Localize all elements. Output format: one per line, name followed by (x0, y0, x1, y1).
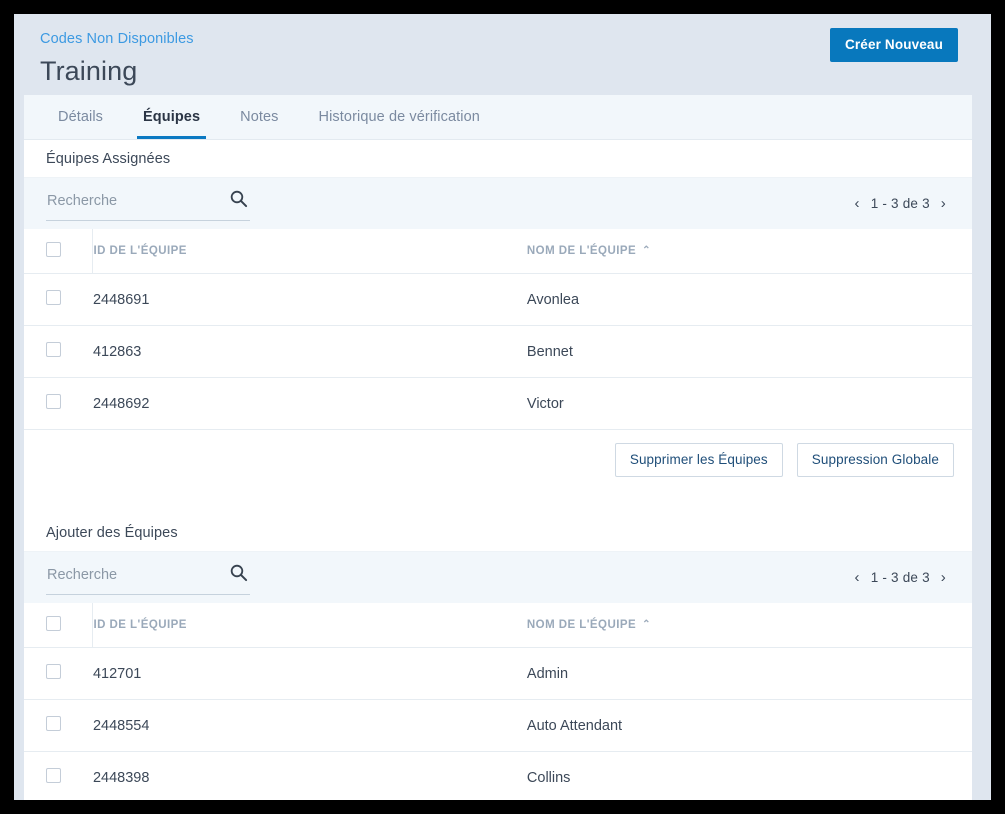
add-teams-toolbar: ‹ 1 - 3 de 3 › (24, 551, 972, 603)
cell-team-name: Bennet (526, 325, 972, 378)
pagination: ‹ 1 - 3 de 3 › (853, 194, 950, 213)
create-new-button[interactable]: Créer Nouveau (830, 28, 958, 62)
cell-team-id: 412863 (92, 325, 527, 378)
select-all-checkbox[interactable] (46, 242, 61, 257)
select-all-header (24, 229, 94, 274)
row-checkbox[interactable] (46, 768, 61, 783)
column-label: NOM DE L'ÉQUIPE (526, 619, 637, 631)
select-all-checkbox[interactable] (46, 616, 61, 631)
pagination: ‹ 1 - 3 de 3 › (853, 568, 950, 587)
row-select-cell (24, 273, 93, 326)
tab-notes[interactable]: Notes (220, 95, 298, 139)
section-title: Équipes Assignées (24, 140, 972, 177)
assigned-teams-actions: Supprimer les Équipes Suppression Global… (24, 430, 972, 490)
table-body: 2448691 Avonlea 412863 Bennet 2448692 Vi… (24, 273, 972, 430)
tab-bar: Détails Équipes Notes Historique de véri… (24, 95, 972, 140)
tab-label: Équipes (143, 109, 201, 125)
chevron-right-icon[interactable]: › (939, 194, 948, 213)
tab-label: Notes (240, 109, 279, 125)
assigned-teams-table: ID DE L'ÉQUIPE NOM DE L'ÉQUIPE ⌃ 2448691 … (24, 229, 972, 430)
search-input[interactable] (46, 567, 206, 587)
tab-label: Détails (58, 109, 104, 125)
row-checkbox[interactable] (46, 664, 61, 679)
cell-team-name: Auto Attendant (526, 699, 972, 752)
select-all-header (24, 603, 94, 648)
chevron-left-icon[interactable]: ‹ (853, 194, 862, 213)
content-card: Détails Équipes Notes Historique de véri… (24, 95, 972, 800)
row-checkbox[interactable] (46, 342, 61, 357)
table-body: 412701 Admin 2448554 Auto Attendant 2448… (24, 647, 972, 800)
delete-all-button[interactable]: Suppression Globale (796, 443, 954, 477)
table-row[interactable]: 412701 Admin (24, 647, 972, 700)
column-header-team-id[interactable]: ID DE L'ÉQUIPE (92, 229, 527, 274)
table-header-row: ID DE L'ÉQUIPE NOM DE L'ÉQUIPE ⌃ (24, 603, 972, 648)
row-checkbox[interactable] (46, 290, 61, 305)
row-select-cell (24, 699, 93, 752)
cell-team-id: 2448398 (92, 751, 527, 800)
tab-details[interactable]: Détails (38, 95, 123, 139)
section-divider (24, 490, 972, 514)
cell-team-name: Collins (526, 751, 972, 800)
cell-team-name: Avonlea (526, 273, 972, 326)
column-header-team-name[interactable]: NOM DE L'ÉQUIPE ⌃ (526, 229, 972, 274)
search-input[interactable] (46, 193, 206, 213)
tab-label: Historique de vérification (318, 109, 480, 125)
cell-team-id: 412701 (92, 647, 527, 700)
sort-asc-icon[interactable]: ⌃ (642, 245, 651, 256)
cell-team-name: Admin (526, 647, 972, 700)
tab-historique-de-verification[interactable]: Historique de vérification (299, 95, 500, 139)
assigned-teams-toolbar: ‹ 1 - 3 de 3 › (24, 177, 972, 229)
column-label: NOM DE L'ÉQUIPE (526, 245, 637, 257)
row-select-cell (24, 751, 93, 800)
pagination-range: 1 - 3 de 3 (870, 570, 930, 585)
table-row[interactable]: 2448692 Victor (24, 377, 972, 430)
table-row[interactable]: 2448691 Avonlea (24, 273, 972, 326)
search-icon[interactable] (229, 189, 248, 213)
row-select-cell (24, 647, 93, 700)
column-header-team-name[interactable]: NOM DE L'ÉQUIPE ⌃ (526, 603, 972, 648)
chevron-right-icon[interactable]: › (939, 568, 948, 587)
column-header-team-id[interactable]: ID DE L'ÉQUIPE (92, 603, 527, 648)
cell-team-name: Victor (526, 377, 972, 430)
delete-teams-button[interactable]: Supprimer les Équipes (614, 443, 783, 477)
search-field[interactable] (46, 187, 250, 221)
row-select-cell (24, 377, 93, 430)
tab-equipes[interactable]: Équipes (123, 95, 220, 139)
table-row[interactable]: 2448398 Collins (24, 751, 972, 800)
column-label: ID DE L'ÉQUIPE (93, 619, 187, 631)
section-title: Ajouter des Équipes (24, 514, 972, 551)
column-label: ID DE L'ÉQUIPE (93, 245, 187, 257)
row-select-cell (24, 325, 93, 378)
add-teams-table: ID DE L'ÉQUIPE NOM DE L'ÉQUIPE ⌃ 412701 A… (24, 603, 972, 800)
table-row[interactable]: 412863 Bennet (24, 325, 972, 378)
pagination-range: 1 - 3 de 3 (870, 196, 930, 211)
chevron-left-icon[interactable]: ‹ (853, 568, 862, 587)
table-head: ID DE L'ÉQUIPE NOM DE L'ÉQUIPE ⌃ (24, 229, 972, 274)
row-checkbox[interactable] (46, 394, 61, 409)
table-row[interactable]: 2448554 Auto Attendant (24, 699, 972, 752)
cell-team-id: 2448692 (92, 377, 527, 430)
app-window: Codes Non Disponibles Training Créer Nou… (14, 14, 991, 800)
sort-asc-icon[interactable]: ⌃ (642, 619, 651, 630)
assigned-teams-section: Équipes Assignées ‹ 1 - 3 de 3 › (24, 140, 972, 490)
table-head: ID DE L'ÉQUIPE NOM DE L'ÉQUIPE ⌃ (24, 603, 972, 648)
cell-team-id: 2448691 (92, 273, 527, 326)
page-header: Codes Non Disponibles Training Créer Nou… (14, 14, 991, 95)
table-header-row: ID DE L'ÉQUIPE NOM DE L'ÉQUIPE ⌃ (24, 229, 972, 274)
add-teams-section: Ajouter des Équipes ‹ 1 - 3 de 3 › (24, 514, 972, 800)
cell-team-id: 2448554 (92, 699, 527, 752)
search-icon[interactable] (229, 563, 248, 587)
row-checkbox[interactable] (46, 716, 61, 731)
search-field[interactable] (46, 561, 250, 595)
